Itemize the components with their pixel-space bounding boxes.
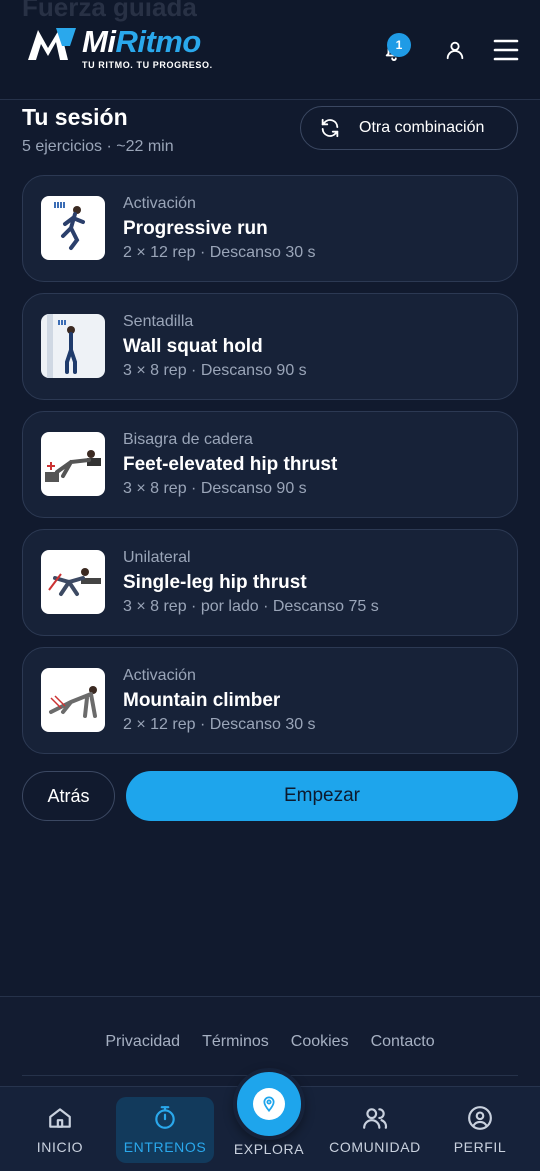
nav-label-explora: EXPLORA [233, 1141, 305, 1157]
mountain-climber-figure-icon [49, 686, 97, 718]
people-icon [363, 1108, 388, 1129]
exercise-name: Mountain climber [123, 690, 281, 711]
notification-badge: 1 [387, 33, 411, 57]
hip-thrust-figure-icon [45, 450, 101, 482]
account-button[interactable] [439, 34, 471, 66]
exercise-thumbnail [41, 314, 105, 378]
ghost-page-title: Fuerza guiada [22, 0, 197, 22]
nav-label: INICIO [36, 1139, 84, 1155]
exercise-name: Wall squat hold [123, 336, 263, 357]
user-icon [446, 41, 464, 60]
exercise-category: Sentadilla [123, 313, 194, 330]
exercise-card[interactable]: Activación Mountain climber 2 × 12 rep ·… [22, 647, 518, 754]
refresh-icon [321, 118, 339, 138]
nav-item-explora[interactable] [233, 1068, 305, 1140]
profile-icon [468, 1106, 492, 1130]
shuffle-label: Otra combinación [359, 119, 485, 136]
nav-label: PERFIL [453, 1139, 507, 1155]
exercise-thumbnail [41, 196, 105, 260]
exercise-thumbnail [41, 432, 105, 496]
exercise-thumbnail [41, 550, 105, 614]
exercise-detail: 3 × 8 rep · Descanso 90 s [123, 480, 307, 497]
exercise-card[interactable]: Sentadilla Wall squat hold 3 × 8 rep · D… [22, 293, 518, 400]
session-title: Tu sesión [22, 104, 128, 130]
stopwatch-icon [155, 1106, 175, 1129]
running-figure-icon [54, 202, 85, 250]
menu-icon [493, 39, 519, 61]
brand-tagline: TU RITMO. TU PROGRESO. [82, 60, 213, 70]
app-header: Fuerza guiada MiRitmo TU RITMO. TU PROGR… [0, 0, 540, 100]
exercise-detail: 2 × 12 rep · Descanso 30 s [123, 716, 316, 733]
exercise-detail: 3 × 8 rep · Descanso 90 s [123, 362, 307, 379]
single-leg-hip-thrust-figure-icon [48, 568, 101, 596]
exercise-detail: 2 × 12 rep · Descanso 30 s [123, 244, 316, 261]
exercise-category: Unilateral [123, 549, 191, 566]
footer-link-cookies[interactable]: Cookies [291, 1033, 349, 1051]
brand-name: MiRitmo [82, 24, 201, 59]
fab-inner [253, 1088, 285, 1120]
exercise-card[interactable]: Unilateral Single-leg hip thrust 3 × 8 r… [22, 529, 518, 636]
exercise-card[interactable]: Bisagra de cadera Feet-elevated hip thru… [22, 411, 518, 518]
exercise-name: Feet-elevated hip thrust [123, 454, 338, 475]
nav-item-comunidad[interactable]: COMUNIDAD [326, 1097, 424, 1163]
menu-button[interactable] [490, 34, 522, 66]
session-summary: 5 ejercicios · ~22 min [22, 138, 174, 155]
exercise-name: Single-leg hip thrust [123, 572, 307, 593]
logo-mark-icon [28, 28, 76, 60]
exercise-category: Bisagra de cadera [123, 431, 253, 448]
exercise-category: Activación [123, 195, 196, 212]
nav-item-entrenos[interactable]: ENTRENOS [116, 1097, 214, 1163]
shuffle-combination-button[interactable]: Otra combinación [300, 106, 518, 150]
exercise-thumbnail [41, 668, 105, 732]
footer-link-privacy[interactable]: Privacidad [105, 1033, 180, 1051]
nav-item-inicio[interactable]: INICIO [20, 1097, 100, 1163]
nav-item-perfil[interactable]: PERFIL [440, 1097, 520, 1163]
brand-logo[interactable]: MiRitmo TU RITMO. TU PROGRESO. [26, 24, 213, 70]
footer-link-terms[interactable]: Términos [202, 1033, 269, 1051]
footer-link-contact[interactable]: Contacto [371, 1033, 435, 1051]
map-pin-icon [263, 1096, 275, 1112]
exercise-name: Progressive run [123, 218, 268, 239]
exercise-category: Activación [123, 667, 196, 684]
nav-label: ENTRENOS [123, 1139, 207, 1155]
nav-label: COMUNIDAD [329, 1139, 421, 1155]
back-button[interactable]: Atrás [22, 771, 115, 821]
exercise-detail: 3 × 8 rep · por lado · Descanso 75 s [123, 598, 379, 615]
footer-links: Privacidad Términos Cookies Contacto [0, 1033, 540, 1051]
wall-squat-figure-icon [47, 314, 77, 378]
home-icon [49, 1108, 71, 1128]
exercise-card[interactable]: Activación Progressive run 2 × 12 rep · … [22, 175, 518, 282]
start-button[interactable]: Empezar [126, 771, 518, 821]
